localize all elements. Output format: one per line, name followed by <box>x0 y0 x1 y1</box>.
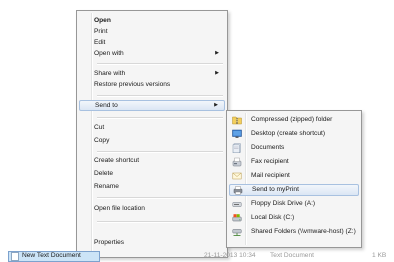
menu-item-cut[interactable]: Cut <box>79 122 225 133</box>
submenu-arrow-icon: ▶ <box>215 50 219 56</box>
mail-icon <box>232 172 242 180</box>
submenu-arrow-icon: ▶ <box>215 70 219 76</box>
menu-item-open-file-location[interactable]: Open file location <box>79 203 225 214</box>
documents-icon <box>232 143 241 153</box>
menu-item-copy[interactable]: Copy <box>79 135 225 146</box>
menu-item-rename[interactable]: Rename <box>79 181 225 192</box>
context-menu: Open Print Edit Open with ▶ Share with ▶ R… <box>76 10 228 258</box>
desktop-icon <box>232 129 242 138</box>
send-to-documents[interactable]: Documents <box>229 142 359 154</box>
menu-item-label: Delete <box>94 170 114 177</box>
zip-folder-icon <box>232 116 242 125</box>
menu-item-label: Copy <box>94 137 110 144</box>
menu-separator <box>97 151 223 153</box>
menu-separator <box>97 197 223 199</box>
myprint-icon <box>233 186 243 195</box>
menu-separator <box>97 63 223 65</box>
floppy-drive-icon <box>232 202 242 207</box>
menu-item-open[interactable]: Open <box>79 15 225 26</box>
submenu-item-label: Shared Folders (\\vmware-host) (Z:) <box>251 228 356 235</box>
submenu-item-label: Send to myPrint <box>252 186 299 193</box>
menu-item-properties[interactable]: Properties <box>79 237 225 248</box>
submenu-item-label: Local Disk (C:) <box>251 214 295 221</box>
menu-item-label: Open <box>94 17 111 24</box>
submenu-item-label: Fax recipient <box>251 158 289 165</box>
send-to-mail-recipient[interactable]: Mail recipient <box>229 170 359 182</box>
menu-item-label: Send to <box>95 102 118 109</box>
menu-item-create-shortcut[interactable]: Create shortcut <box>79 155 225 166</box>
submenu-item-label: Compressed (zipped) folder <box>251 116 333 123</box>
submenu-arrow-icon: ▶ <box>214 102 218 108</box>
file-list-row[interactable]: New Text Document 21-11-2013 10:34 Text … <box>0 250 394 262</box>
menu-item-share-with[interactable]: Share with ▶ <box>79 68 225 79</box>
menu-item-send-to[interactable]: Send to ▶ <box>79 100 225 111</box>
text-document-icon <box>11 252 19 261</box>
send-to-desktop[interactable]: Desktop (create shortcut) <box>229 128 359 140</box>
menu-item-label: Create shortcut <box>94 157 140 164</box>
menu-separator <box>97 117 223 119</box>
menu-item-edit[interactable]: Edit <box>79 37 225 48</box>
menu-item-label: Restore previous versions <box>94 81 171 88</box>
send-to-floppy-drive[interactable]: Floppy Disk Drive (A:) <box>229 198 359 210</box>
menu-item-label: Rename <box>94 183 119 190</box>
menu-item-delete[interactable]: Delete <box>79 168 225 179</box>
menu-separator <box>97 221 223 223</box>
menu-item-label: Share with <box>94 70 126 77</box>
submenu-item-label: Mail recipient <box>251 172 290 179</box>
menu-item-open-with[interactable]: Open with ▶ <box>79 48 225 59</box>
submenu-item-label: Documents <box>251 144 285 151</box>
send-to-fax-recipient[interactable]: Fax recipient <box>229 156 359 168</box>
submenu-item-label: Floppy Disk Drive (A:) <box>251 200 316 207</box>
menu-item-label: Cut <box>94 124 105 131</box>
file-name: New Text Document <box>22 252 81 259</box>
send-to-local-disk[interactable]: Local Disk (C:) <box>229 212 359 224</box>
menu-item-label: Print <box>94 28 108 35</box>
file-date-modified: 21-11-2013 10:34 <box>204 252 256 259</box>
local-disk-icon <box>232 214 242 222</box>
file-size: 1 KB <box>372 252 387 259</box>
fax-icon <box>232 157 242 167</box>
send-to-submenu: Compressed (zipped) folder Desktop (crea… <box>226 110 362 248</box>
menu-item-print[interactable]: Print <box>79 26 225 37</box>
submenu-item-label: Desktop (create shortcut) <box>251 130 326 137</box>
network-drive-icon <box>232 229 242 236</box>
send-to-compressed-folder[interactable]: Compressed (zipped) folder <box>229 114 359 126</box>
menu-separator <box>97 95 223 97</box>
menu-item-label: Properties <box>94 239 125 246</box>
file-type: Text Document <box>270 252 314 259</box>
send-to-myprint[interactable]: Send to myPrint <box>229 184 359 196</box>
menu-item-restore-previous-versions[interactable]: Restore previous versions <box>79 79 225 90</box>
send-to-shared-folders[interactable]: Shared Folders (\\vmware-host) (Z:) <box>229 226 359 238</box>
menu-item-label: Open file location <box>94 205 145 212</box>
menu-item-label: Edit <box>94 39 106 46</box>
menu-item-label: Open with <box>94 50 124 57</box>
